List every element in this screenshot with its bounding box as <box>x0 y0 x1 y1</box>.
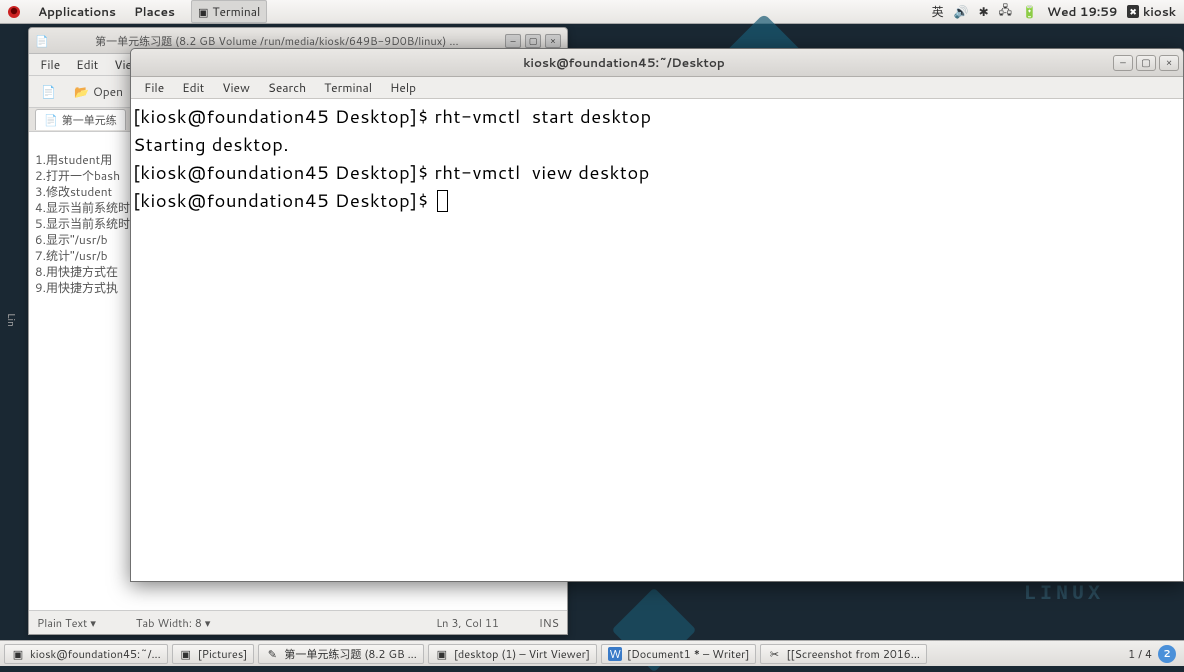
insert-mode: INS <box>539 615 559 631</box>
taskbar: ▣ kiosk@foundation45:~/... ▣ [Pictures] ✎ 第… <box>0 640 1184 666</box>
battery-icon[interactable]: 🔋 <box>1022 3 1037 20</box>
task-label: [desktop (1) – Virt Viewer] <box>454 646 590 662</box>
writer-icon: W <box>608 647 622 661</box>
task-label: [[Screenshot from 2016... <box>786 646 919 662</box>
tabwidth-selector[interactable]: Tab Width: 8 ▾ <box>136 615 211 631</box>
menu-search[interactable]: Search <box>259 77 315 98</box>
terminal-icon: ▣ <box>11 647 25 661</box>
task-label: 第一单元练习题 (8.2 GB ... <box>284 646 416 662</box>
syntax-selector[interactable]: Plain Text ▾ <box>37 615 96 631</box>
active-app-label: Terminal <box>212 3 260 20</box>
task-label: [Pictures] <box>198 646 248 662</box>
gedit-statusbar: Plain Text ▾ Tab Width: 8 ▾ Ln 3, Col 11… <box>29 610 567 634</box>
task-gedit[interactable]: ✎ 第一单元练习题 (8.2 GB ... <box>258 644 423 664</box>
close-button[interactable]: × <box>545 34 561 48</box>
task-virtviewer[interactable]: ▣ [desktop (1) – Virt Viewer] <box>428 644 597 664</box>
gedit-title: 第一单元练习题 (8.2 GB Volume /run/media/kiosk/… <box>49 33 505 49</box>
terminal-menubar: File Edit View Search Terminal Help <box>131 77 1183 99</box>
terminal-icon: ▣ <box>198 4 208 20</box>
menu-edit[interactable]: Edit <box>69 54 105 75</box>
terminal-title: kiosk@foundation45:~/Desktop <box>135 54 1113 71</box>
new-button[interactable]: 📄 <box>35 80 62 103</box>
task-label: [Document1 * – Writer] <box>627 646 749 662</box>
tab-label: 第一单元练 <box>62 112 117 128</box>
user-menu[interactable]: ✖ kiosk <box>1127 3 1176 20</box>
menu-file[interactable]: File <box>33 54 67 75</box>
maximize-button[interactable]: ▢ <box>525 34 541 48</box>
task-screenshot[interactable]: ✂ [[Screenshot from 2016... <box>760 644 926 664</box>
new-icon: 📄 <box>41 83 56 100</box>
tab-icon: 📄 <box>44 112 58 128</box>
applications-menu[interactable]: Applications <box>30 0 124 23</box>
menu-file[interactable]: File <box>135 77 173 98</box>
workspace-label[interactable]: 1 / 4 <box>1128 646 1152 662</box>
menu-view[interactable]: View <box>213 77 259 98</box>
terminal-output[interactable]: [kiosk@foundation45 Desktop]$ rht-vmctl … <box>131 99 1183 581</box>
terminal-window: kiosk@foundation45:~/Desktop – ▢ × File … <box>130 48 1184 582</box>
cursor-position: Ln 3, Col 11 <box>436 615 499 631</box>
places-menu[interactable]: Places <box>126 0 183 23</box>
gedit-tab[interactable]: 📄 第一单元练 <box>35 109 126 130</box>
task-terminal[interactable]: ▣ kiosk@foundation45:~/... <box>4 644 168 664</box>
open-label: Open <box>93 83 123 100</box>
network-icon[interactable]: 🖧 <box>999 1 1012 22</box>
document-icon: 📄 <box>35 33 49 49</box>
user-icon: ✖ <box>1127 5 1139 18</box>
terminal-titlebar[interactable]: kiosk@foundation45:~/Desktop – ▢ × <box>131 49 1183 77</box>
activities-icon[interactable] <box>4 2 24 22</box>
ime-indicator[interactable]: 英 <box>932 3 944 20</box>
menu-help[interactable]: Help <box>381 77 425 98</box>
menu-edit[interactable]: Edit <box>173 77 213 98</box>
gimp-icon: ✂ <box>767 647 781 661</box>
user-label: kiosk <box>1143 3 1176 20</box>
volume-icon[interactable]: 🔊 <box>954 3 969 20</box>
close-button[interactable]: × <box>1159 55 1179 71</box>
desktop-label: Lin <box>0 200 22 440</box>
maximize-button[interactable]: ▢ <box>1136 55 1156 71</box>
minimize-button[interactable]: – <box>505 34 521 48</box>
vm-icon: ▣ <box>435 647 449 661</box>
editor-icon: ✎ <box>265 647 279 661</box>
wallpaper-text: LINUX <box>1024 583 1104 606</box>
files-icon: ▣ <box>179 647 193 661</box>
menu-terminal[interactable]: Terminal <box>315 77 381 98</box>
open-icon: 📂 <box>74 83 89 100</box>
task-pictures[interactable]: ▣ [Pictures] <box>172 644 255 664</box>
bluetooth-icon[interactable]: ✱ <box>979 3 989 20</box>
term-line: [kiosk@foundation45 Desktop]$ rht-vmctl … <box>133 159 650 185</box>
term-line: [kiosk@foundation45 Desktop]$ rht-vmctl … <box>133 103 652 129</box>
open-button[interactable]: 📂Open <box>68 80 129 103</box>
task-writer[interactable]: W [Document1 * – Writer] <box>601 644 756 664</box>
active-app-indicator[interactable]: ▣ Terminal <box>191 0 267 23</box>
clock[interactable]: Wed 19:59 <box>1047 3 1117 20</box>
task-label: kiosk@foundation45:~/... <box>30 646 161 662</box>
top-panel: Applications Places ▣ Terminal 英 🔊 ✱ 🖧 🔋… <box>0 0 1184 24</box>
term-line: Starting desktop. <box>133 131 289 157</box>
cursor <box>437 190 448 212</box>
workspace-indicator[interactable]: 2 <box>1158 645 1176 663</box>
minimize-button[interactable]: – <box>1113 55 1133 71</box>
term-line: [kiosk@foundation45 Desktop]$ <box>133 187 435 213</box>
